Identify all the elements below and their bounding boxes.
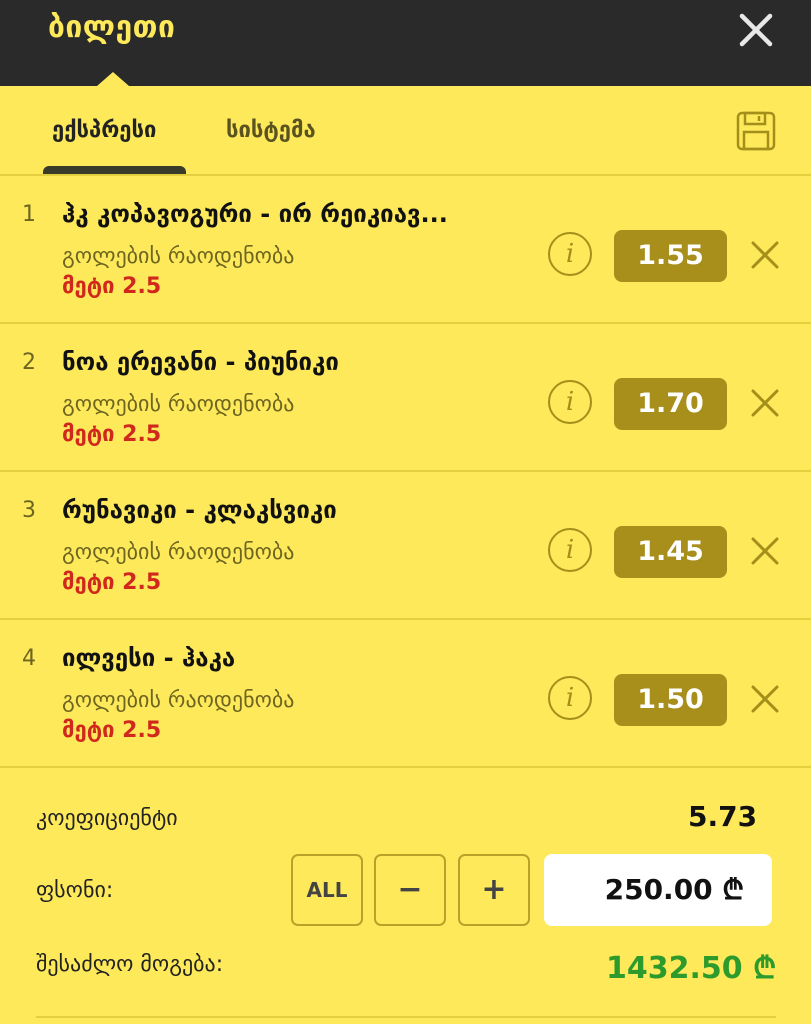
bet-number: 3 xyxy=(22,498,36,523)
ticket-title: ბილეთი xyxy=(48,10,176,45)
remove-bet-icon[interactable] xyxy=(750,240,780,270)
selection: მეტი 2.5 xyxy=(62,570,162,595)
match-name: ჰკ კოპავოგური - ირ რეიკიავ... xyxy=(62,200,448,228)
bet-number: 2 xyxy=(22,350,36,375)
bet-row: 2 ნოა ერევანი - პიუნიკი გოლების რაოდენობ… xyxy=(0,324,811,472)
coefficient-value: 5.73 xyxy=(688,800,758,833)
match-name: ნოა ერევანი - პიუნიკი xyxy=(62,348,339,376)
all-button[interactable]: ALL xyxy=(291,854,363,926)
bet-row: 1 ჰკ კოპავოგური - ირ რეიკიავ... გოლების … xyxy=(0,176,811,324)
tab-system[interactable]: სისტემა xyxy=(226,118,316,143)
close-icon[interactable] xyxy=(736,10,776,50)
stake-label: ფსონი: xyxy=(36,878,114,903)
info-icon[interactable]: i xyxy=(548,676,592,720)
info-icon[interactable]: i xyxy=(548,528,592,572)
bet-number: 1 xyxy=(22,202,36,227)
match-name: ილვესი - ჰაკა xyxy=(62,644,236,672)
bet-number: 4 xyxy=(22,646,36,671)
save-icon[interactable] xyxy=(735,110,777,152)
title-pointer xyxy=(97,72,129,86)
selection: მეტი 2.5 xyxy=(62,422,162,447)
divider xyxy=(36,1016,776,1018)
increase-stake-button[interactable]: + xyxy=(458,854,530,926)
market-name: გოლების რაოდენობა xyxy=(62,688,295,713)
odds-badge: 1.50 xyxy=(614,674,727,726)
decrease-stake-button[interactable]: − xyxy=(374,854,446,926)
stake-input[interactable]: 250.00 ₾ xyxy=(544,854,772,926)
coefficient-label: კოეფიციენტი xyxy=(36,806,178,831)
selection: მეტი 2.5 xyxy=(62,718,162,743)
odds-badge: 1.45 xyxy=(614,526,727,578)
bet-row: 3 რუნავიკი - კლაკსვიკი გოლების რაოდენობა… xyxy=(0,472,811,620)
tab-express[interactable]: ექსპრესი xyxy=(52,118,156,143)
market-name: გოლების რაოდენობა xyxy=(62,244,295,269)
remove-bet-icon[interactable] xyxy=(750,388,780,418)
odds-badge: 1.55 xyxy=(614,230,727,282)
selection: მეტი 2.5 xyxy=(62,274,162,299)
info-icon[interactable]: i xyxy=(548,232,592,276)
bet-type-tabs: ექსპრესი სისტემა xyxy=(0,86,811,176)
possible-win-value: 1432.50 ₾ xyxy=(606,951,777,986)
market-name: გოლების რაოდენობა xyxy=(62,392,295,417)
possible-win-label: შესაძლო მოგება: xyxy=(36,952,224,977)
active-tab-indicator xyxy=(43,166,186,174)
info-icon[interactable]: i xyxy=(548,380,592,424)
remove-bet-icon[interactable] xyxy=(750,536,780,566)
remove-bet-icon[interactable] xyxy=(750,684,780,714)
odds-badge: 1.70 xyxy=(614,378,727,430)
market-name: გოლების რაოდენობა xyxy=(62,540,295,565)
match-name: რუნავიკი - კლაკსვიკი xyxy=(62,496,337,524)
bet-row: 4 ილვესი - ჰაკა გოლების რაოდენობა მეტი 2… xyxy=(0,620,811,768)
